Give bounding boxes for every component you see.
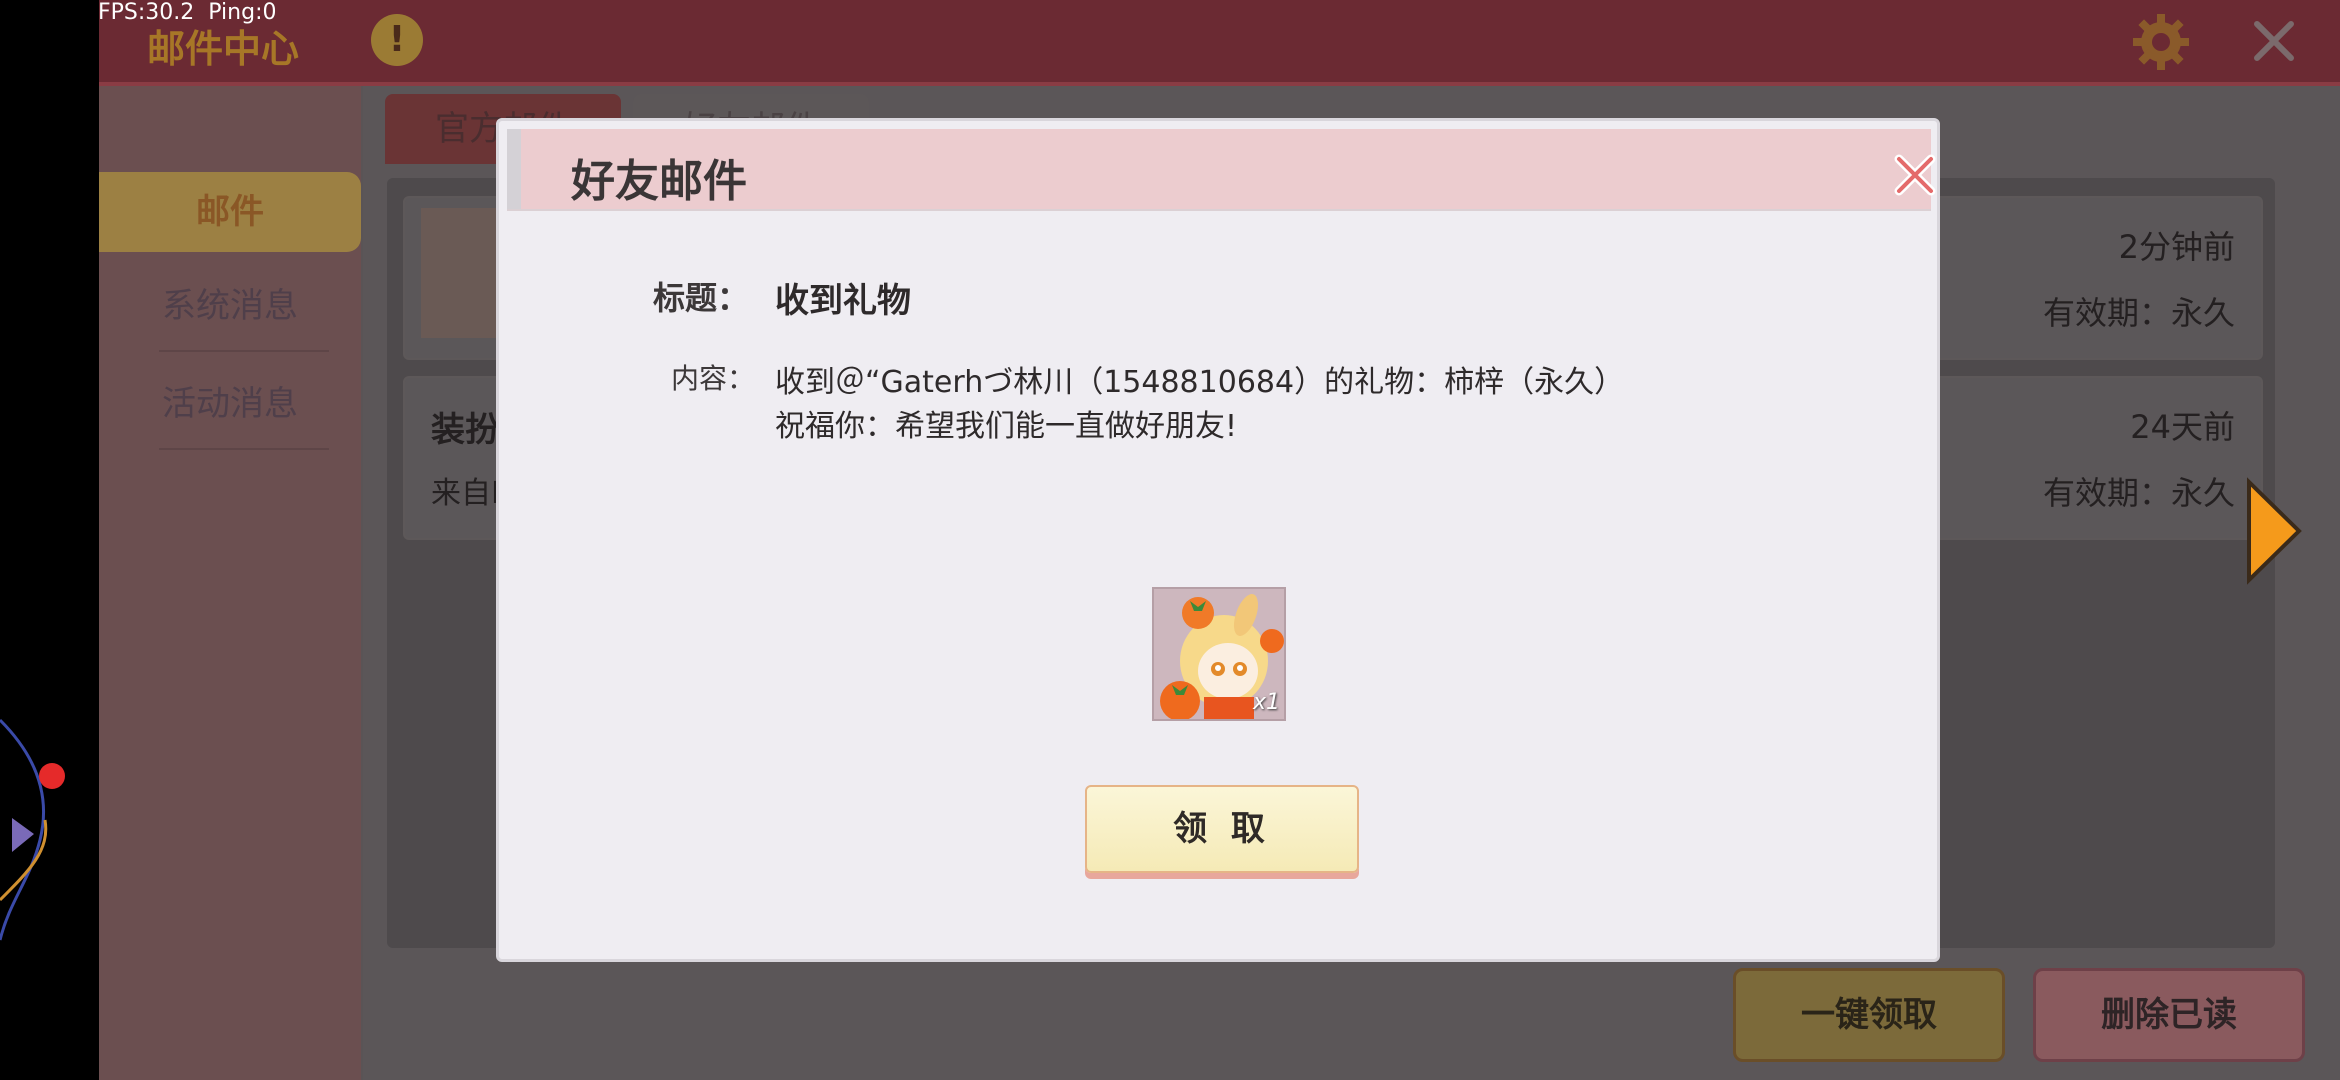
- mail-expire: 有效期：永久: [2042, 294, 2235, 332]
- mail-time: 2分钟前: [2118, 228, 2235, 266]
- divider: [159, 350, 329, 352]
- item-quantity: x1: [1252, 690, 1280, 715]
- content-line-2: 祝福你：希望我们能一直做好朋友!: [775, 409, 1238, 444]
- close-icon[interactable]: [2249, 16, 2299, 66]
- floating-assistant-icon[interactable]: [0, 0, 99, 1080]
- arrow-right-icon[interactable]: [2243, 476, 2303, 586]
- divider: [507, 209, 1931, 211]
- content-label: 内容：: [671, 362, 756, 395]
- sidebar-item-system[interactable]: 系统消息: [99, 266, 361, 346]
- dialog-header: 好友邮件: [507, 129, 1936, 209]
- dialog-title: 好友邮件: [571, 156, 747, 207]
- top-bar: 邮件中心 !: [99, 0, 2340, 86]
- mail-expire: 有效期：永久: [2042, 474, 2235, 512]
- subject-label: 标题：: [653, 279, 750, 317]
- gear-icon[interactable]: [2129, 10, 2193, 74]
- info-icon[interactable]: !: [371, 14, 423, 66]
- sidebar-item-mail[interactable]: 邮件: [99, 172, 361, 252]
- content-line-1: 收到＠“Gaterhづ林川（1548810684）的礼物：柿梓（永久）: [775, 365, 1625, 400]
- divider: [159, 448, 329, 450]
- left-edge: [0, 0, 99, 1080]
- delete-read-button[interactable]: 删除已读: [2033, 968, 2305, 1062]
- claim-button[interactable]: 领 取: [1085, 785, 1359, 873]
- fps-readout: FPS:30.2 Ping:0: [98, 0, 277, 25]
- mail-title: 装扮: [431, 410, 499, 450]
- claim-all-button[interactable]: 一键领取: [1733, 968, 2005, 1062]
- sidebar-item-activity[interactable]: 活动消息: [99, 364, 361, 444]
- mail-thumbnail: [421, 208, 501, 338]
- gift-item-slot[interactable]: x1: [1152, 587, 1286, 721]
- dialog-close-icon[interactable]: [1891, 151, 1939, 199]
- page-title: 邮件中心: [147, 27, 300, 71]
- sidebar: 邮件 系统消息 活动消息: [99, 86, 361, 1080]
- subject-value: 收到礼物: [775, 281, 911, 321]
- mail-time: 24天前: [2130, 408, 2235, 446]
- friend-mail-dialog: 好友邮件 标题： 收到礼物 内容： 收到＠“Gaterhづ林川（15488106…: [496, 118, 1940, 962]
